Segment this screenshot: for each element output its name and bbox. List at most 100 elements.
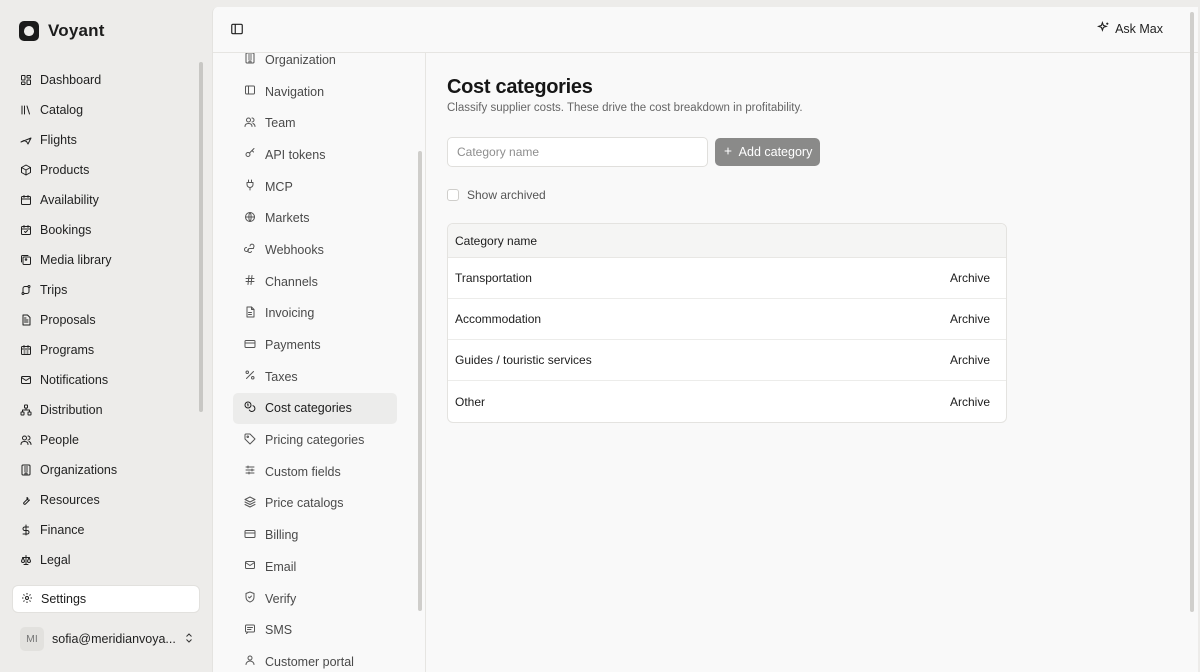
panel-icon bbox=[244, 84, 256, 99]
archive-button[interactable]: Archive bbox=[950, 271, 990, 285]
shield-icon bbox=[244, 591, 256, 606]
sidebar-item-finance[interactable]: Finance bbox=[12, 515, 200, 545]
sidebar-item-label: Legal bbox=[40, 553, 71, 567]
sidebar-item-media-library[interactable]: Media library bbox=[12, 245, 200, 275]
sidebar-item-label: Availability bbox=[40, 193, 99, 207]
voyant-logo-icon bbox=[19, 21, 39, 41]
settings-nav-item-channels[interactable]: Channels bbox=[233, 266, 397, 298]
sidebar-item-proposals[interactable]: Proposals bbox=[12, 305, 200, 335]
main-scrollbar[interactable] bbox=[1190, 12, 1194, 612]
settings-nav-item-navigation[interactable]: Navigation bbox=[233, 76, 397, 108]
settings-nav-item-pricing-categories[interactable]: Pricing categories bbox=[233, 424, 397, 456]
show-archived-label: Show archived bbox=[467, 188, 546, 202]
message-icon bbox=[244, 623, 256, 638]
settings-nav-item-organization[interactable]: Organization bbox=[233, 53, 397, 76]
sidebar-item-resources[interactable]: Resources bbox=[12, 485, 200, 515]
settings-nav-item-invoicing[interactable]: Invoicing bbox=[233, 298, 397, 330]
page-title: Cost categories bbox=[447, 76, 593, 98]
route-icon bbox=[20, 284, 32, 296]
settings-nav-item-price-catalogs[interactable]: Price catalogs bbox=[233, 488, 397, 520]
settings-nav-item-mcp[interactable]: MCP bbox=[233, 171, 397, 203]
sidebar-item-distribution[interactable]: Distribution bbox=[12, 395, 200, 425]
ask-max-label: Ask Max bbox=[1115, 22, 1163, 36]
archive-button[interactable]: Archive bbox=[950, 312, 990, 326]
plane-icon bbox=[20, 134, 32, 146]
settings-nav: Organization Navigation Team API tokens MCP M… bbox=[213, 53, 426, 672]
settings-nav-item-payments[interactable]: Payments bbox=[233, 329, 397, 361]
tag-icon bbox=[244, 433, 256, 448]
settings-nav-item-custom-fields[interactable]: Custom fields bbox=[233, 456, 397, 488]
add-category-button[interactable]: Add category bbox=[715, 138, 820, 166]
sidebar-scrollbar[interactable] bbox=[199, 62, 203, 412]
settings-nav-list: Organization Navigation Team API tokens MCP M… bbox=[233, 53, 397, 672]
settings-nav-item-api-tokens[interactable]: API tokens bbox=[233, 139, 397, 171]
hash-icon bbox=[244, 274, 256, 289]
sidebar-item-programs[interactable]: Programs bbox=[12, 335, 200, 365]
settings-nav-item-team[interactable]: Team bbox=[233, 107, 397, 139]
settings-nav-item-billing[interactable]: Billing bbox=[233, 519, 397, 551]
sidebar-item-catalog[interactable]: Catalog bbox=[12, 95, 200, 125]
main-panel: Ask Max Organization Navigation Team API to… bbox=[212, 7, 1198, 672]
sidebar-toggle-icon[interactable] bbox=[230, 22, 244, 36]
settings-nav-scrollbar[interactable] bbox=[418, 151, 422, 611]
scale-icon bbox=[20, 554, 32, 566]
table-row: Other Archive bbox=[448, 381, 1006, 422]
settings-nav-item-cost-categories[interactable]: Cost categories bbox=[233, 392, 397, 425]
settings-nav-item-webhooks[interactable]: Webhooks bbox=[233, 234, 397, 266]
settings-nav-item-taxes[interactable]: Taxes bbox=[233, 361, 397, 393]
sidebar-item-legal[interactable]: Legal bbox=[12, 545, 200, 575]
settings-nav-item-markets[interactable]: Markets bbox=[233, 202, 397, 234]
show-archived-toggle[interactable]: Show archived bbox=[447, 188, 546, 202]
sidebar-item-people[interactable]: People bbox=[12, 425, 200, 455]
sidebar-item-settings[interactable]: Settings bbox=[12, 585, 200, 613]
webhook-icon bbox=[244, 242, 256, 257]
wrench-icon bbox=[20, 494, 32, 506]
settings-nav-label: Organization bbox=[265, 53, 336, 67]
settings-nav-label: Taxes bbox=[265, 369, 298, 384]
archive-button[interactable]: Archive bbox=[950, 353, 990, 367]
sidebar-item-trips[interactable]: Trips bbox=[12, 275, 200, 305]
images-icon bbox=[20, 254, 32, 266]
sidebar-item-organizations[interactable]: Organizations bbox=[12, 455, 200, 485]
user-menu[interactable]: MI sofia@meridianvoya... bbox=[20, 626, 195, 652]
ask-max-button[interactable]: Ask Max bbox=[1097, 20, 1163, 37]
sidebar-item-label: People bbox=[40, 433, 79, 447]
archive-button[interactable]: Archive bbox=[950, 395, 990, 409]
sidebar-item-products[interactable]: Products bbox=[12, 155, 200, 185]
settings-nav-item-customer-portal[interactable]: Customer portal bbox=[233, 646, 397, 672]
category-name-input[interactable] bbox=[447, 137, 708, 167]
main-nav: Dashboard Catalog Flights Products Availabil… bbox=[12, 65, 200, 575]
sidebar-item-availability[interactable]: Availability bbox=[12, 185, 200, 215]
sidebar-item-label: Distribution bbox=[40, 403, 103, 417]
layers-icon bbox=[244, 496, 256, 511]
users-icon bbox=[20, 434, 32, 446]
settings-nav-label: Customer portal bbox=[265, 654, 354, 669]
sidebar-item-dashboard[interactable]: Dashboard bbox=[12, 65, 200, 95]
sidebar-item-label: Dashboard bbox=[40, 73, 102, 87]
building-icon bbox=[244, 53, 256, 67]
sidebar-item-label: Finance bbox=[40, 523, 85, 537]
brand[interactable]: Voyant bbox=[19, 21, 105, 41]
settings-nav-item-verify[interactable]: Verify bbox=[233, 583, 397, 615]
settings-nav-item-email[interactable]: Email bbox=[233, 551, 397, 583]
table-row: Accommodation Archive bbox=[448, 299, 1006, 340]
sidebar-item-label: Catalog bbox=[40, 103, 84, 117]
user-email: sofia@meridianvoya... bbox=[52, 632, 175, 646]
settings-nav-label: API tokens bbox=[265, 147, 326, 162]
users-icon bbox=[244, 116, 256, 131]
settings-nav-item-sms[interactable]: SMS bbox=[233, 614, 397, 646]
settings-nav-label: Verify bbox=[265, 591, 297, 606]
sidebar-item-flights[interactable]: Flights bbox=[12, 125, 200, 155]
settings-nav-label: Cost categories bbox=[265, 401, 352, 416]
sidebar-item-label: Media library bbox=[40, 253, 112, 267]
show-archived-checkbox[interactable] bbox=[447, 189, 459, 201]
sidebar-item-notifications[interactable]: Notifications bbox=[12, 365, 200, 395]
user-icon bbox=[244, 654, 256, 669]
settings-nav-label: Navigation bbox=[265, 84, 325, 99]
dollar-icon bbox=[20, 524, 32, 536]
credit-card-icon bbox=[244, 338, 256, 353]
mail-icon bbox=[20, 374, 32, 386]
sidebar-item-bookings[interactable]: Bookings bbox=[12, 215, 200, 245]
dashboard-icon bbox=[20, 74, 32, 86]
chevron-up-down-icon bbox=[183, 632, 195, 647]
